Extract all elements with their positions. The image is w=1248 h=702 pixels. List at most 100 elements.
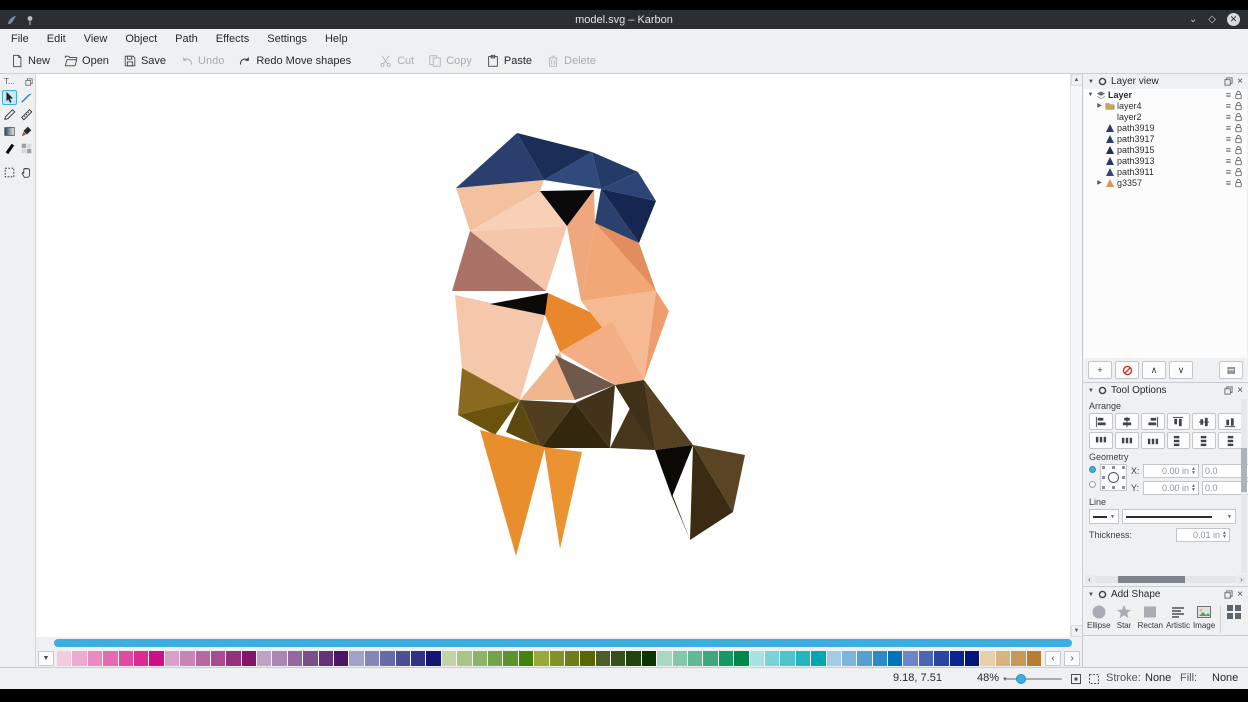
color-swatch-35[interactable] xyxy=(596,651,611,666)
tool-measure-button[interactable] xyxy=(19,107,34,122)
x-input[interactable]: 0.00 in ▲▼ xyxy=(1143,464,1199,478)
tool-calligraphy-button[interactable] xyxy=(2,141,17,156)
layer-row-layer4[interactable]: ▶layer4≡ xyxy=(1084,100,1247,111)
color-swatch-41[interactable] xyxy=(688,651,703,666)
row-options-icon[interactable]: ≡ xyxy=(1226,145,1231,155)
color-swatch-44[interactable] xyxy=(734,651,749,666)
vscroll-thumb[interactable] xyxy=(1241,448,1247,492)
collapse-icon[interactable]: ▼ xyxy=(1088,592,1094,598)
menu-path[interactable]: Path xyxy=(166,31,207,47)
spinner-arrows-icon[interactable]: ▲▼ xyxy=(1222,531,1227,539)
color-swatch-14[interactable] xyxy=(272,651,287,666)
save-button[interactable]: Save xyxy=(116,51,173,72)
color-swatch-43[interactable] xyxy=(719,651,734,666)
tool-brush-button[interactable] xyxy=(19,124,34,139)
color-swatch-5[interactable] xyxy=(134,651,149,666)
shape-artistic-text-button[interactable]: Artistic xyxy=(1166,604,1190,630)
color-swatch-38[interactable] xyxy=(642,651,657,666)
raise-layer-button[interactable]: ∧ xyxy=(1142,361,1166,379)
layer-row-path3919[interactable]: path3919≡ xyxy=(1084,122,1247,133)
color-swatch-61[interactable] xyxy=(996,651,1011,666)
layer-row-g3357[interactable]: ▶g3357≡ xyxy=(1084,177,1247,188)
color-swatch-39[interactable] xyxy=(657,651,672,666)
tool-frame-button[interactable] xyxy=(2,165,17,180)
new-button[interactable]: New xyxy=(3,51,57,72)
float-icon[interactable] xyxy=(1224,77,1233,86)
color-swatch-52[interactable] xyxy=(857,651,872,666)
color-swatch-63[interactable] xyxy=(1027,651,1042,666)
color-swatch-47[interactable] xyxy=(780,651,795,666)
lock-icon[interactable] xyxy=(1234,101,1244,111)
color-swatch-26[interactable] xyxy=(457,651,472,666)
color-swatch-45[interactable] xyxy=(750,651,765,666)
align-vertical-center-button[interactable] xyxy=(1192,413,1216,430)
layer-row-Layer[interactable]: ▼Layer≡ xyxy=(1084,89,1247,100)
artwork-lowpoly-bird[interactable] xyxy=(36,74,1070,637)
color-swatch-25[interactable] xyxy=(442,651,457,666)
close-icon[interactable]: × xyxy=(1237,77,1243,87)
color-swatch-7[interactable] xyxy=(165,651,180,666)
shape-rectangle-button[interactable]: Rectan xyxy=(1138,604,1163,630)
close-button[interactable]: ✕ xyxy=(1227,13,1240,26)
color-swatch-11[interactable] xyxy=(226,651,241,666)
menu-file[interactable]: File xyxy=(2,31,38,47)
menu-effects[interactable]: Effects xyxy=(207,31,258,47)
layer-row-path3917[interactable]: path3917≡ xyxy=(1084,133,1247,144)
color-swatch-19[interactable] xyxy=(349,651,364,666)
artwork-polygon-26[interactable] xyxy=(655,445,693,497)
color-swatch-53[interactable] xyxy=(873,651,888,666)
distribute-horizontal-center-button[interactable] xyxy=(1115,432,1139,449)
menu-view[interactable]: View xyxy=(75,31,117,47)
menu-settings[interactable]: Settings xyxy=(258,31,316,47)
shape-ellipse-button[interactable]: Ellipse xyxy=(1087,604,1111,630)
align-horizontal-left-button[interactable] xyxy=(1089,413,1113,430)
layer-row-layer2[interactable]: layer2≡ xyxy=(1084,111,1247,122)
horizontal-scroll-thumb[interactable] xyxy=(54,639,1072,647)
view-mode-button[interactable]: ▤ xyxy=(1219,361,1243,379)
distribute-vertical-bottom-button[interactable] xyxy=(1218,432,1242,449)
canvas[interactable] xyxy=(36,74,1070,637)
distribute-vertical-center-button[interactable] xyxy=(1192,432,1216,449)
close-icon[interactable]: × xyxy=(1237,386,1243,396)
scroll-down-icon[interactable]: ▼ xyxy=(1071,625,1083,637)
canvas-vertical-scrollbar[interactable]: ▲ ▼ xyxy=(1070,74,1082,637)
color-swatch-32[interactable] xyxy=(550,651,565,666)
color-swatch-50[interactable] xyxy=(827,651,842,666)
color-swatch-59[interactable] xyxy=(965,651,980,666)
color-swatch-33[interactable] xyxy=(565,651,580,666)
row-options-icon[interactable]: ≡ xyxy=(1226,134,1231,144)
float-icon[interactable] xyxy=(1224,386,1233,395)
expander-icon[interactable]: ▼ xyxy=(1086,92,1095,98)
row-options-icon[interactable]: ≡ xyxy=(1226,123,1231,133)
layer-row-path3913[interactable]: path3913≡ xyxy=(1084,155,1247,166)
shape-star-button[interactable]: Star xyxy=(1114,604,1135,630)
redo-button[interactable]: Redo Move shapes xyxy=(231,51,358,72)
row-options-icon[interactable]: ≡ xyxy=(1226,112,1231,122)
delete-layer-button[interactable] xyxy=(1115,361,1139,379)
tool-pattern-button[interactable] xyxy=(19,141,34,156)
color-swatch-37[interactable] xyxy=(626,651,641,666)
y-input[interactable]: 0.00 in ▲▼ xyxy=(1143,481,1199,495)
add-layer-button[interactable]: + xyxy=(1088,361,1112,379)
color-swatch-4[interactable] xyxy=(119,651,134,666)
palette-menu-button[interactable]: ▼ xyxy=(38,651,54,666)
color-swatch-24[interactable] xyxy=(426,651,441,666)
dimension-radio[interactable] xyxy=(1089,481,1096,488)
color-swatch-29[interactable] xyxy=(503,651,518,666)
row-options-icon[interactable]: ≡ xyxy=(1226,178,1231,188)
color-swatch-60[interactable] xyxy=(980,651,995,666)
color-swatch-36[interactable] xyxy=(611,651,626,666)
color-swatch-2[interactable] xyxy=(88,651,103,666)
color-swatch-28[interactable] xyxy=(488,651,503,666)
row-options-icon[interactable]: ≡ xyxy=(1226,167,1231,177)
color-swatch-15[interactable] xyxy=(288,651,303,666)
anchor-selector[interactable] xyxy=(1100,464,1127,491)
zoom-slider[interactable] xyxy=(1006,678,1062,680)
paste-button[interactable]: Paste xyxy=(479,51,539,72)
tool-pencil-button[interactable] xyxy=(2,107,17,122)
position-radio[interactable] xyxy=(1089,466,1096,473)
shape-collections-button[interactable] xyxy=(1226,604,1242,620)
fill-value[interactable]: None xyxy=(1212,672,1238,684)
color-swatch-46[interactable] xyxy=(765,651,780,666)
layer-row-path3911[interactable]: path3911≡ xyxy=(1084,166,1247,177)
